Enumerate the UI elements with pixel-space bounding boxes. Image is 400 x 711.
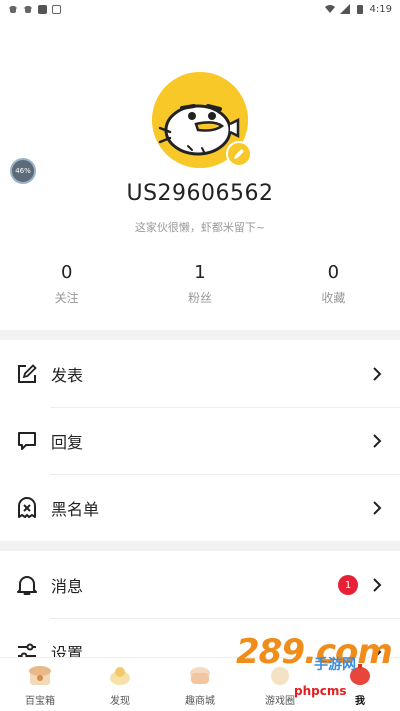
chevron-right-icon: [370, 434, 384, 448]
nav-label-mall: 趣商城: [185, 696, 215, 707]
watermark-php: phpcms: [294, 684, 347, 698]
bell-icon: [16, 574, 38, 596]
section-divider: [0, 330, 400, 340]
stats-row: 0 关注 1 粉丝 0 收藏: [0, 262, 400, 306]
nav-label-treasure-box: 百宝箱: [25, 696, 55, 707]
status-time: 4:19: [369, 3, 392, 15]
stat-following-count: 0: [60, 262, 73, 283]
chevron-right-icon: [370, 578, 384, 592]
menu-item-blacklist[interactable]: 黑名单: [0, 475, 400, 541]
battery-icon: [356, 5, 363, 14]
menu-item-post[interactable]: 发表: [0, 341, 400, 407]
text-a-icon: [52, 4, 61, 14]
status-right: 4:19: [324, 3, 392, 15]
nav-item-mall[interactable]: 趣商城: [160, 658, 240, 711]
square-icon: [38, 4, 47, 14]
section-divider: [0, 541, 400, 551]
menu-label-post: 发表: [51, 366, 84, 385]
stat-following[interactable]: 0 关注: [0, 262, 133, 306]
treasure-box-icon: [26, 662, 54, 688]
stat-favorites[interactable]: 0 收藏: [267, 262, 400, 306]
stat-fans[interactable]: 1 粉丝: [133, 262, 266, 306]
discover-icon: [106, 662, 134, 688]
stat-favorites-label: 收藏: [321, 291, 346, 305]
bio: 这家伙很懒，虾都米留下~: [134, 221, 266, 234]
menu-item-reply[interactable]: 回复: [0, 408, 400, 474]
edit-square-icon: [16, 363, 38, 385]
status-left-icons: [8, 4, 61, 14]
chevron-right-icon: [370, 501, 384, 515]
menu-label-messages: 消息: [51, 577, 84, 596]
mall-icon: [186, 662, 214, 688]
stat-fans-label: 粉丝: [187, 291, 212, 305]
edit-avatar-button[interactable]: [226, 141, 252, 167]
bug-icon: [9, 6, 17, 13]
username: US29606562: [126, 181, 274, 206]
signal-icon: [339, 4, 350, 14]
nav-label-discover: 发现: [110, 696, 130, 707]
nav-item-treasure-box[interactable]: 百宝箱: [0, 658, 80, 711]
nav-item-discover[interactable]: 发现: [80, 658, 160, 711]
stat-fans-count: 1: [194, 262, 206, 283]
unread-badge: 1: [338, 575, 358, 595]
watermark: 289.com 手游网 phpcms: [236, 630, 393, 700]
status-bar: 4:19: [0, 0, 400, 18]
menu-label-reply: 回复: [51, 433, 84, 452]
chevron-right-icon: [370, 367, 384, 381]
comment-icon: [16, 430, 38, 452]
watermark-sub: 手游网: [314, 657, 356, 673]
menu-item-messages[interactable]: 消息 1: [0, 552, 400, 618]
bug-icon: [24, 6, 32, 13]
ghost-block-icon: [16, 497, 38, 519]
pencil-icon: [234, 149, 244, 159]
stat-following-label: 关注: [54, 291, 79, 305]
stat-favorites-count: 0: [327, 262, 340, 283]
wifi-icon: [324, 5, 335, 13]
menu-label-blacklist: 黑名单: [51, 500, 100, 519]
progress-ball-label: 46%: [15, 167, 31, 175]
